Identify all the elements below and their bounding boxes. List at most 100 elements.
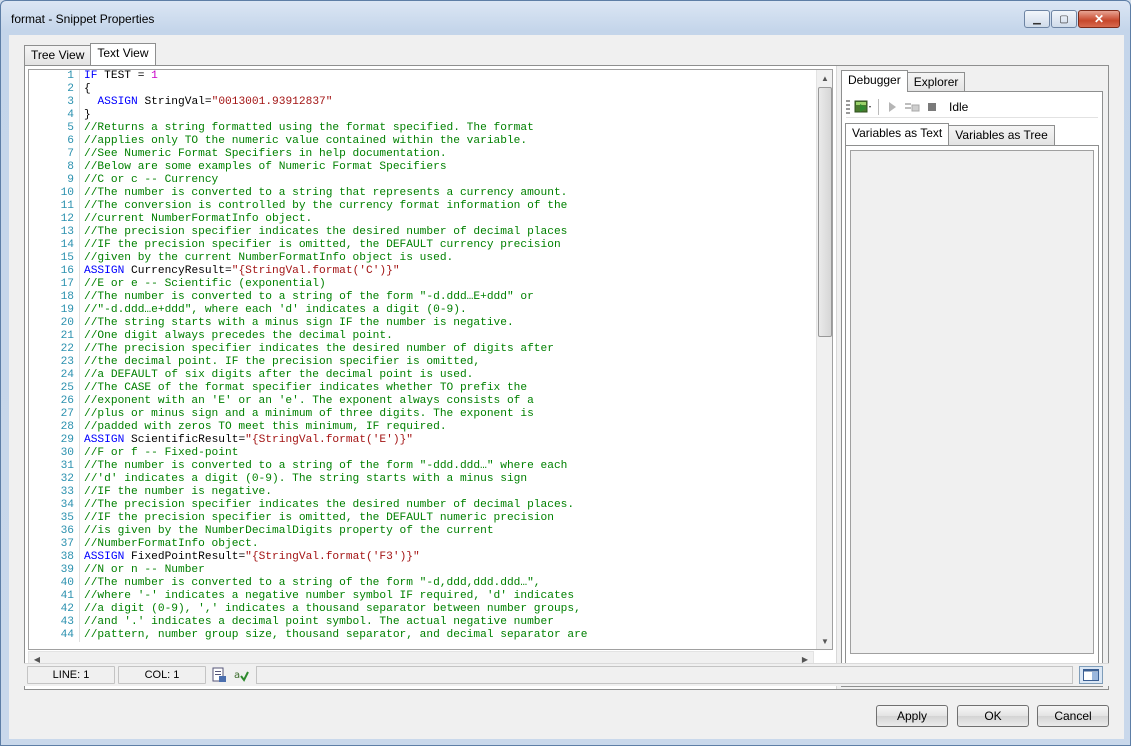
gutter-margin bbox=[77, 486, 80, 499]
code-line[interactable]: 27 //plus or minus sign and a minimum of … bbox=[29, 408, 818, 421]
code-line[interactable]: 19 //"-d.ddd…e+ddd", where each 'd' indic… bbox=[29, 304, 818, 317]
gutter-margin bbox=[77, 525, 80, 538]
code-line[interactable]: 35 //IF the precision specifier is omitte… bbox=[29, 512, 818, 525]
code-line[interactable]: 18 //The number is converted to a string … bbox=[29, 291, 818, 304]
code-line[interactable]: 15 //given by the current NumberFormatInf… bbox=[29, 252, 818, 265]
code-line[interactable]: 3 ASSIGN StringVal="0013001.93912837" bbox=[29, 96, 818, 109]
tab-variables-as-tree[interactable]: Variables as Tree bbox=[948, 125, 1055, 145]
line-text: //E or e -- Scientific (exponential) bbox=[84, 278, 326, 290]
variables-text-area[interactable] bbox=[850, 150, 1094, 654]
code-line[interactable]: 39 //N or n -- Number bbox=[29, 564, 818, 577]
tab-tree-view[interactable]: Tree View bbox=[24, 45, 92, 65]
code-line[interactable]: 36 //is given by the NumberDecimalDigits … bbox=[29, 525, 818, 538]
debugger-body: Idle Variables as Text Variables as Tree bbox=[841, 91, 1103, 687]
code-line[interactable]: 23 //the decimal point. IF the precision … bbox=[29, 356, 818, 369]
tab-debugger[interactable]: Debugger bbox=[841, 70, 908, 92]
code-line[interactable]: 44 //pattern, number group size, thousand… bbox=[29, 629, 818, 642]
run-icon[interactable] bbox=[854, 98, 872, 116]
gutter-margin bbox=[77, 83, 80, 96]
gutter-margin bbox=[77, 564, 80, 577]
code-line[interactable]: 30 //F or f -- Fixed-point bbox=[29, 447, 818, 460]
line-number: 40 bbox=[60, 577, 74, 589]
line-number: 23 bbox=[60, 356, 74, 368]
line-text: //N or n -- Number bbox=[84, 564, 205, 576]
code-line[interactable]: 42 //a digit (0-9), ',' indicates a thous… bbox=[29, 603, 818, 616]
format-icon[interactable]: a bbox=[232, 666, 250, 684]
code-line[interactable]: 33 //IF the number is negative. bbox=[29, 486, 818, 499]
code-line[interactable]: 2{ bbox=[29, 83, 818, 96]
code-line[interactable]: 25 //The CASE of the format specifier ind… bbox=[29, 382, 818, 395]
close-button[interactable]: ✕ bbox=[1078, 10, 1120, 28]
scroll-down-icon[interactable]: ▼ bbox=[817, 633, 832, 649]
code-line[interactable]: 4} bbox=[29, 109, 818, 122]
title-bar[interactable]: format - Snippet Properties ▁ ▢ ✕ bbox=[1, 1, 1130, 35]
toolbar-grip[interactable] bbox=[846, 99, 850, 114]
code-line[interactable]: 34 //The precision specifier indicates th… bbox=[29, 499, 818, 512]
code-line[interactable]: 31 //The number is converted to a string … bbox=[29, 460, 818, 473]
ok-button[interactable]: OK bbox=[957, 705, 1029, 727]
code-line[interactable]: 13 //The precision specifier indicates th… bbox=[29, 226, 818, 239]
code-line[interactable]: 1 IF TEST = 1 bbox=[29, 70, 818, 83]
code-line[interactable]: 9 //C or c -- Currency bbox=[29, 174, 818, 187]
line-number: 3 bbox=[67, 96, 74, 108]
validate-icon[interactable] bbox=[210, 666, 228, 684]
gutter-margin bbox=[77, 252, 80, 265]
code-line[interactable]: 7 //See Numeric Format Specifiers in help… bbox=[29, 148, 818, 161]
line-number: 37 bbox=[60, 538, 74, 550]
panel-toggle-button[interactable] bbox=[1079, 666, 1103, 684]
code-line[interactable]: 43 //and '.' indicates a decimal point sy… bbox=[29, 616, 818, 629]
gutter-margin bbox=[77, 135, 80, 148]
tab-text-view[interactable]: Text View bbox=[90, 43, 156, 65]
code-content[interactable]: 1 IF TEST = 1 2{3 ASSIGN StringVal="001300… bbox=[29, 70, 818, 649]
code-line[interactable]: 40 //The number is converted to a string … bbox=[29, 577, 818, 590]
line-number: 29 bbox=[60, 434, 74, 446]
code-line[interactable]: 37 //NumberFormatInfo object. bbox=[29, 538, 818, 551]
number-token: 1 bbox=[151, 70, 158, 82]
line-text: { bbox=[84, 83, 91, 96]
scroll-thumb[interactable] bbox=[818, 87, 832, 337]
maximize-button[interactable]: ▢ bbox=[1051, 10, 1077, 28]
code-line[interactable]: 12 //current NumberFormatInfo object. bbox=[29, 213, 818, 226]
code-line[interactable]: 8 //Below are some examples of Numeric Fo… bbox=[29, 161, 818, 174]
code-line[interactable]: 17 //E or e -- Scientific (exponential) bbox=[29, 278, 818, 291]
line-number: 10 bbox=[60, 187, 74, 199]
svg-text:a: a bbox=[234, 670, 240, 681]
apply-button[interactable]: Apply bbox=[876, 705, 948, 727]
code-line[interactable]: 5 //Returns a string formatted using the … bbox=[29, 122, 818, 135]
code-line[interactable]: 32 //'d' indicates a digit (0-9). The str… bbox=[29, 473, 818, 486]
gutter-margin bbox=[77, 512, 80, 525]
evaluate-icon[interactable] bbox=[903, 98, 921, 116]
code-line[interactable]: 21 //One digit always precedes the decima… bbox=[29, 330, 818, 343]
code-line[interactable]: 22 //The precision specifier indicates th… bbox=[29, 343, 818, 356]
cancel-button[interactable]: Cancel bbox=[1037, 705, 1109, 727]
tab-variables-as-text[interactable]: Variables as Text bbox=[845, 123, 950, 145]
code-line[interactable]: 6 //applies only TO the numeric value con… bbox=[29, 135, 818, 148]
minimize-button[interactable]: ▁ bbox=[1024, 10, 1050, 28]
code-line[interactable]: 41 //where '-' indicates a negative numbe… bbox=[29, 590, 818, 603]
editor-vertical-scrollbar[interactable]: ▲ ▼ bbox=[816, 70, 832, 649]
scroll-up-icon[interactable]: ▲ bbox=[817, 70, 832, 86]
code-line[interactable]: 29 ASSIGN ScientificResult="{StringVal.fo… bbox=[29, 434, 818, 447]
code-line[interactable]: 38 ASSIGN FixedPointResult="{StringVal.fo… bbox=[29, 551, 818, 564]
line-number: 36 bbox=[60, 525, 74, 537]
line-number: 39 bbox=[60, 564, 74, 576]
line-text: //The precision specifier indicates the … bbox=[84, 343, 554, 355]
code-line[interactable]: 28 //padded with zeros TO meet this minim… bbox=[29, 421, 818, 434]
tab-explorer[interactable]: Explorer bbox=[906, 72, 966, 92]
code-line[interactable]: 10 //The number is converted to a string … bbox=[29, 187, 818, 200]
code-line[interactable]: 20 //The string starts with a minus sign … bbox=[29, 317, 818, 330]
stop-icon[interactable] bbox=[923, 98, 941, 116]
toolbar-separator bbox=[878, 98, 879, 115]
text-view-panel: 1 IF TEST = 1 2{3 ASSIGN StringVal="001300… bbox=[24, 65, 1109, 690]
code-line[interactable]: 24 //a DEFAULT of six digits after the de… bbox=[29, 369, 818, 382]
gutter-margin bbox=[77, 239, 80, 252]
step-icon[interactable] bbox=[883, 98, 901, 116]
code-line[interactable]: 26 //exponent with an 'E' or an 'e'. The … bbox=[29, 395, 818, 408]
code-line[interactable]: 16 ASSIGN CurrencyResult="{StringVal.form… bbox=[29, 265, 818, 278]
code-line[interactable]: 14 //IF the precision specifier is omitte… bbox=[29, 239, 818, 252]
code-token: { bbox=[84, 83, 91, 95]
code-editor[interactable]: 1 IF TEST = 1 2{3 ASSIGN StringVal="001300… bbox=[28, 69, 833, 650]
line-number: 8 bbox=[67, 161, 74, 173]
code-line[interactable]: 11 //The conversion is controlled by the … bbox=[29, 200, 818, 213]
